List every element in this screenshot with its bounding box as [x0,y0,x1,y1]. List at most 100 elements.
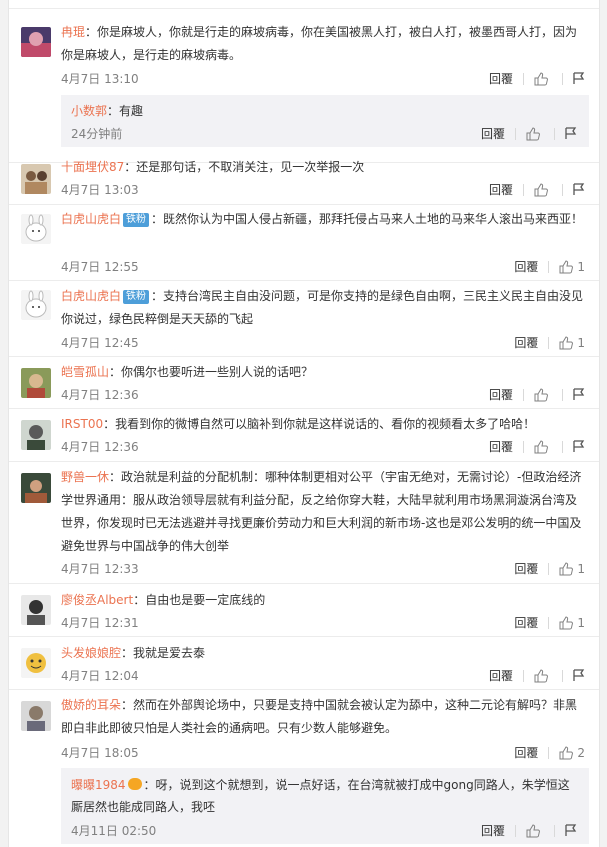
comment-body: ：还是那句话，不取消关注，见一次举报一次 [124,160,365,174]
comment-item: 头发娘娘腔：我就是爱去泰 4月7日 12:04 回覆 [9,636,599,690]
comment-item: IRST00：我看到你的微博自然可以脑补到你就是这样说话的、看你的视频看太多了哈… [9,408,599,462]
timestamp: 4月7日 13:03 [61,183,139,197]
comment-text: 白虎山虎白 铁粉 ：支持台湾民主自由没问题，可是你支持的是绿色自由啊，三民主义民主自… [61,285,585,331]
thumbs-up-icon [526,126,540,140]
reply-body: ：有趣 [107,104,144,118]
comment-text: 冉琨：你是麻坡人，你就是行走的麻坡病毒，你在美国被黑人打，被白人打，被墨西哥人打… [61,21,585,67]
comment-item: 廖俊丞Albert：自由也是要一定底线的 4月7日 12:31 回覆 1 [9,583,599,637]
reply-button[interactable]: 回覆 [481,125,505,142]
divider [548,336,550,349]
thumbs-up-icon [534,668,548,682]
reply-button[interactable]: 回覆 [514,614,538,631]
comment-body: ：我就是爱去泰 [121,646,206,660]
avatar[interactable] [21,701,51,731]
username[interactable]: 傲娇的耳朵 [61,698,121,712]
reply-button[interactable]: 回覆 [489,386,513,403]
comment-body: ：你偶尔也要听进一些别人说的话吧？ [109,365,314,379]
divider [554,824,555,837]
avatar[interactable] [21,290,51,320]
reply-button[interactable]: 回覆 [514,334,538,351]
divider [515,824,516,837]
avatar[interactable] [21,595,51,625]
thumbs-up-icon [559,335,574,349]
avatar[interactable] [21,368,51,398]
reply-button[interactable]: 回覆 [489,438,513,455]
report-icon [565,824,577,836]
like-button[interactable]: 1 [559,260,585,274]
divider [562,440,563,453]
like-button[interactable]: 2 [559,746,585,760]
report-button[interactable] [565,824,577,837]
thumbs-up-icon [559,259,574,273]
avatar[interactable] [21,214,51,244]
like-button[interactable] [534,668,552,683]
reply-item: 曝曝1984 ：呀，说到这个就想到，说一点好话，在台湾就被打成中gong同路人，朱… [61,768,589,844]
reply-button[interactable]: 回覆 [514,560,538,577]
username[interactable]: IRST00 [61,417,103,431]
comment-text: 野兽一休：政治就是利益的分配机制：哪种体制更相对公平（宇宙无绝对，无需讨论）-但… [61,466,585,558]
reply-text: 小数郭：有趣 [71,101,571,121]
divider [523,669,524,682]
reply-button[interactable]: 回覆 [489,667,513,684]
reply-button[interactable]: 回覆 [481,822,505,839]
like-button[interactable] [534,182,552,197]
reply-button[interactable]: 回覆 [514,258,538,275]
username[interactable]: 小数郭 [71,104,107,118]
username[interactable]: 皑雪孤山 [61,365,109,379]
reply-button[interactable]: 回覆 [514,744,538,761]
thumbs-up-icon [534,71,548,85]
avatar[interactable] [21,27,51,57]
reply-button[interactable]: 回覆 [489,181,513,198]
divider [548,616,550,629]
divider [548,562,550,575]
like-count: 1 [577,561,585,576]
like-button[interactable]: 1 [559,616,585,630]
comment-panel: 冉琨：你是麻坡人，你就是行走的麻坡病毒，你在美国被黑人打，被白人打，被墨西哥人打… [8,0,600,847]
thumbs-up-icon [559,745,574,759]
like-button[interactable] [526,823,544,838]
divider [562,669,563,682]
like-button[interactable]: 1 [559,336,585,350]
username[interactable]: 曝曝1984 [71,778,126,792]
report-button[interactable] [573,440,585,453]
timestamp: 4月7日 12:36 [61,440,139,454]
username[interactable]: 野兽一休 [61,470,109,484]
username[interactable]: 十面埋伏87 [61,160,124,174]
like-button[interactable] [526,126,544,141]
reply-button[interactable]: 回覆 [489,70,513,87]
report-button[interactable] [565,127,577,140]
username[interactable]: 头发娘娘腔 [61,646,121,660]
divider [523,183,524,196]
report-button[interactable] [573,183,585,196]
previous-comment-remainder [9,0,599,9]
reply-item: 小数郭：有趣 24分钟前 回覆 [61,95,589,147]
avatar[interactable] [21,164,51,194]
avatar[interactable] [21,473,51,503]
thumbs-up-icon [534,387,548,401]
like-button[interactable] [534,439,552,454]
comment-item: 十面埋伏87：还是那句话，不取消关注，见一次举报一次 4月7日 13:03 回覆 [9,154,599,205]
comment-text: IRST00：我看到你的微博自然可以脑补到你就是这样说话的、看你的视频看太多了哈… [61,413,585,436]
comment-text: 廖俊丞Albert：自由也是要一定底线的 [61,589,585,612]
avatar[interactable] [21,648,51,678]
like-button[interactable]: 1 [559,562,585,576]
username[interactable]: 廖俊丞Albert [61,593,133,607]
report-button[interactable] [573,72,585,85]
timestamp: 4月7日 12:55 [61,260,139,274]
username[interactable]: 白虎山虎白 [61,212,121,226]
username[interactable]: 白虎山虎白 [61,289,121,303]
like-count: 1 [577,335,585,350]
username[interactable]: 冉琨 [61,25,85,39]
like-count: 2 [577,745,585,760]
timestamp: 4月11日 02:50 [71,824,157,838]
avatar[interactable] [21,420,51,450]
report-button[interactable] [573,669,585,682]
comment-text: 十面埋伏87：还是那句话，不取消关注，见一次举报一次 [61,156,585,179]
timestamp: 4月7日 13:10 [61,72,139,86]
timestamp: 4月7日 12:45 [61,336,139,350]
divider [523,440,524,453]
report-button[interactable] [573,388,585,401]
like-button[interactable] [534,71,552,86]
like-button[interactable] [534,387,552,402]
comment-body: ：你是麻坡人，你就是行走的麻坡病毒，你在美国被黑人打，被白人打，被墨西哥人打，因… [61,25,578,62]
